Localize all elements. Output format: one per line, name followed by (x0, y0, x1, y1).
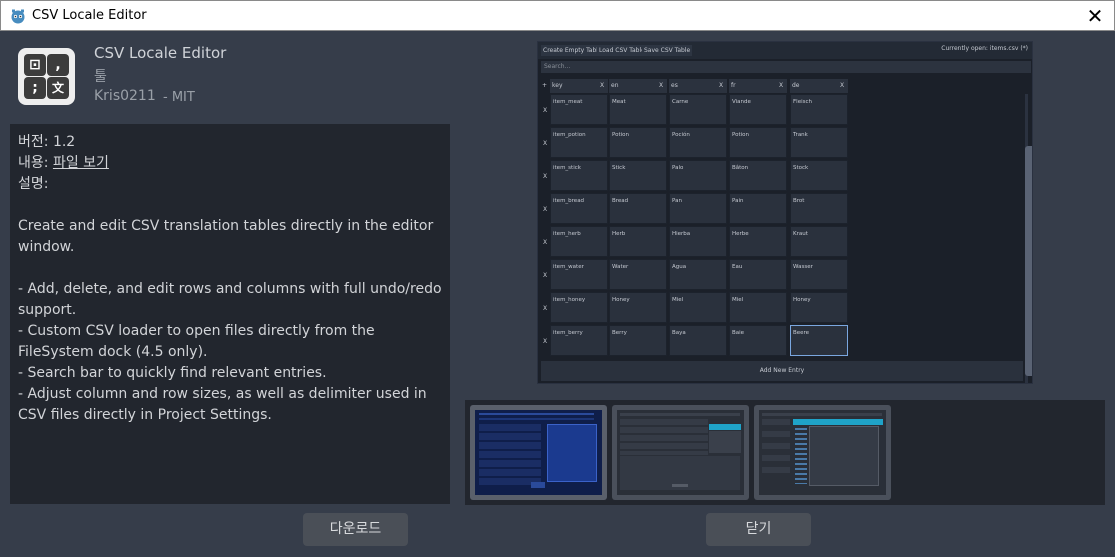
preview-table-cell: Potion (609, 127, 667, 158)
preview-delete-column-icon: X (840, 82, 845, 89)
preview-table-cell: Brot (790, 193, 848, 224)
preview-create-button: Create Empty Table (541, 45, 604, 56)
plugin-license: - MIT (163, 90, 195, 105)
preview-table-cell: Stick (609, 160, 667, 191)
feature-item: - Search bar to quickly find relevant en… (18, 365, 327, 381)
license-label: MIT (171, 90, 195, 105)
view-files-link[interactable]: 파일 보기 (53, 155, 109, 171)
close-icon[interactable]: ✕ (1084, 5, 1106, 27)
close-button[interactable]: 닫기 (706, 513, 811, 546)
download-button[interactable]: 다운로드 (303, 513, 408, 546)
preview-table-cell: Herb (609, 226, 667, 257)
preview-table-cell: Honey (609, 292, 667, 323)
preview-table-cell: Baya (669, 325, 727, 356)
thumbnail-3[interactable] (754, 405, 891, 500)
preview-delete-row-icon: X (542, 206, 548, 213)
thumbnail-2[interactable] (612, 405, 749, 500)
preview-table-cell: Miel (729, 292, 787, 323)
preview-add-column: + (542, 82, 548, 89)
preview-table-cell: Eau (729, 259, 787, 290)
content-label: 내용: (18, 155, 49, 171)
plugin-icon: ⊡ , ; 文 (18, 48, 75, 105)
preview-table-cell: Water (609, 259, 667, 290)
preview-table-cell: Viande (729, 94, 787, 125)
preview-load-button: Load CSV Table (597, 45, 647, 56)
window-title: CSV Locale Editor (32, 8, 147, 23)
description-label: 설명: (18, 176, 49, 192)
preview-table-cell: item_water (550, 259, 608, 290)
preview-table-cell: Potion (729, 127, 787, 158)
preview-table-cell: item_herb (550, 226, 608, 257)
preview-table-cell: Berry (609, 325, 667, 356)
preview-table-cell: Agua (669, 259, 727, 290)
window-titlebar: CSV Locale Editor ✕ (0, 0, 1115, 31)
preview-table-cell: Herbe (729, 226, 787, 257)
preview-delete-row-icon: X (542, 272, 548, 279)
preview-table-cell: Kraut (790, 226, 848, 257)
preview-table-cell: Pan (669, 193, 727, 224)
preview-current-file: Currently open: items.csv (*) (941, 45, 1028, 52)
description-paragraph: Create and edit CSV translation tables d… (18, 218, 434, 255)
preview-table-cell: Hierba (669, 226, 727, 257)
preview-save-button: Save CSV Table (642, 45, 693, 56)
preview-table-cell: Trank (790, 127, 848, 158)
version-label: 버전: (18, 134, 49, 150)
preview-delete-row-icon: X (542, 107, 548, 114)
preview-table-cell: item_stick (550, 160, 608, 191)
preview-screenshot: Create Empty Table Load CSV Table Save C… (537, 41, 1033, 384)
preview-table-cell: Beere (790, 325, 848, 356)
preview-scrollbar (1025, 94, 1032, 383)
preview-table-cell: Wasser (790, 259, 848, 290)
preview-table-cell: item_berry (550, 325, 608, 356)
version-row: 버전: 1.2 (18, 132, 442, 153)
thumbnail-1[interactable] (470, 405, 607, 500)
plugin-category: 툴 (94, 69, 107, 85)
version-value: 1.2 (52, 134, 76, 150)
preview-table-cell: Stock (790, 160, 848, 191)
feature-item: - Add, delete, and edit rows and columns… (18, 281, 442, 318)
preview-delete-row-icon: X (542, 305, 548, 312)
description-panel: 버전: 1.2 내용: 파일 보기 설명: Create and edit CS… (10, 124, 450, 504)
preview-table-cell: Baie (729, 325, 787, 356)
preview-delete-row-icon: X (542, 173, 548, 180)
preview-delete-column-icon: X (779, 82, 784, 89)
feature-item: - Custom CSV loader to open files direct… (18, 323, 375, 360)
preview-table-cell: Fleisch (790, 94, 848, 125)
preview-delete-column-icon: X (719, 82, 724, 89)
preview-delete-column-icon: X (600, 82, 605, 89)
preview-table-cell: Bread (609, 193, 667, 224)
preview-table-cell: item_potion (550, 127, 608, 158)
content-row: 내용: 파일 보기 (18, 153, 442, 174)
preview-table-cell: Poción (669, 127, 727, 158)
plugin-author[interactable]: Kris0211 (94, 88, 156, 104)
preview-table-cell: Carne (669, 94, 727, 125)
preview-table-cell: Meat (609, 94, 667, 125)
preview-delete-column-icon: X (659, 82, 664, 89)
preview-table-cell: Miel (669, 292, 727, 323)
godot-icon (11, 9, 25, 23)
feature-list: - Add, delete, and edit rows and columns… (18, 279, 442, 426)
feature-item: - Adjust column and row sizes, as well a… (18, 386, 427, 423)
preview-table-cell: Palo (669, 160, 727, 191)
preview-table-cell: Honey (790, 292, 848, 323)
preview-delete-row-icon: X (542, 140, 548, 147)
preview-table-cell: Pain (729, 193, 787, 224)
preview-table-cell: item_bread (550, 193, 608, 224)
preview-table-cell: item_honey (550, 292, 608, 323)
preview-search: Search... (541, 61, 1031, 73)
preview-add-entry: Add New Entry (541, 361, 1023, 381)
preview-table-cell: Bâton (729, 160, 787, 191)
plugin-name: CSV Locale Editor (94, 44, 227, 62)
preview-delete-row-icon: X (542, 338, 548, 345)
preview-table-cell: item_meat (550, 94, 608, 125)
preview-delete-row-icon: X (542, 239, 548, 246)
